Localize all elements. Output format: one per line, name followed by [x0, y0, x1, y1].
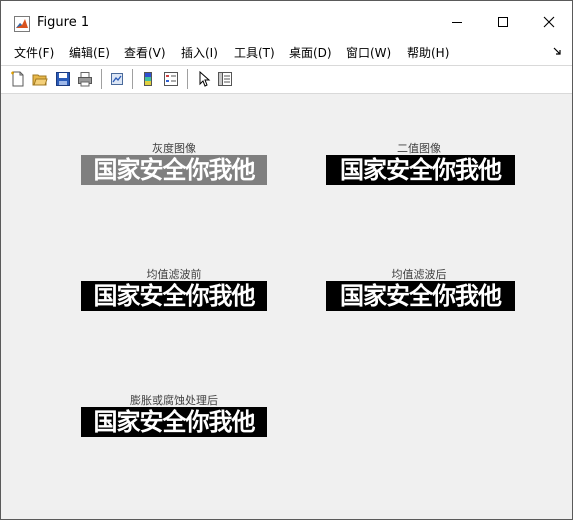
toolbar-separator — [101, 69, 102, 89]
menu-window[interactable]: 窗口(W) — [346, 44, 391, 61]
window-title: Figure 1 — [37, 15, 90, 30]
axes-title: 均值滤波后 — [391, 268, 447, 281]
close-icon — [543, 16, 555, 28]
toolbar-separator — [187, 69, 188, 89]
link-plot-icon[interactable] — [109, 71, 125, 87]
maximize-button[interactable] — [480, 7, 526, 37]
menu-help[interactable]: 帮助(H) — [407, 44, 449, 61]
menu-desktop[interactable]: 桌面(D) — [289, 44, 332, 61]
menu-tools[interactable]: 工具(T) — [234, 44, 275, 61]
image-text: 国家安全你我他 — [340, 156, 502, 184]
menu-bar: 文件(F) 编辑(E) 查看(V) 插入(I) 工具(T) 桌面(D) 窗口(W… — [1, 37, 572, 65]
menu-view[interactable]: 查看(V) — [124, 44, 166, 61]
matlab-logo-icon — [14, 16, 30, 32]
minimize-icon — [452, 22, 462, 23]
image-text: 国家安全你我他 — [93, 282, 256, 310]
image-text: 国家安全你我他 — [93, 408, 256, 436]
legend-icon[interactable] — [163, 71, 179, 87]
image-display: 国家安全你我他 — [81, 155, 267, 185]
image-display: 国家安全你我他 — [81, 281, 267, 311]
toolbar — [1, 65, 572, 94]
image-display: 国家安全你我他 — [81, 407, 267, 437]
axes-title: 膨胀或腐蚀处理后 — [130, 394, 218, 407]
toolbar-separator — [132, 69, 133, 89]
open-folder-icon[interactable] — [32, 71, 48, 87]
axes-title: 灰度图像 — [152, 142, 196, 155]
title-bar[interactable]: Figure 1 — [1, 1, 572, 37]
save-icon[interactable] — [55, 71, 71, 87]
figure-canvas: 灰度图像 国家安全你我他 二值图像 国家安全你我他 均值滤波前 国家安全你我他 … — [6, 95, 567, 513]
image-display: 国家安全你我他 — [326, 281, 515, 311]
image-text: 国家安全你我他 — [340, 282, 502, 310]
menu-file[interactable]: 文件(F) — [14, 44, 54, 61]
image-display: 国家安全你我他 — [326, 155, 515, 185]
maximize-icon — [498, 17, 508, 27]
pointer-icon[interactable] — [196, 71, 212, 87]
property-inspector-icon[interactable] — [217, 71, 233, 87]
axes-title: 二值图像 — [397, 142, 441, 155]
close-button[interactable] — [526, 7, 572, 37]
menu-insert[interactable]: 插入(I) — [181, 44, 218, 61]
colorbar-icon[interactable] — [140, 71, 156, 87]
dock-arrow-icon[interactable] — [552, 46, 562, 56]
minimize-button[interactable] — [434, 7, 480, 37]
print-icon[interactable] — [77, 71, 93, 87]
axes-title: 均值滤波前 — [146, 268, 202, 281]
menu-edit[interactable]: 编辑(E) — [69, 44, 110, 61]
new-figure-icon[interactable] — [10, 71, 26, 87]
figure-window: Figure 1 文件(F) 编辑(E) 查看(V) 插入(I) 工具(T) 桌… — [0, 0, 573, 520]
image-text: 国家安全你我他 — [93, 156, 256, 184]
